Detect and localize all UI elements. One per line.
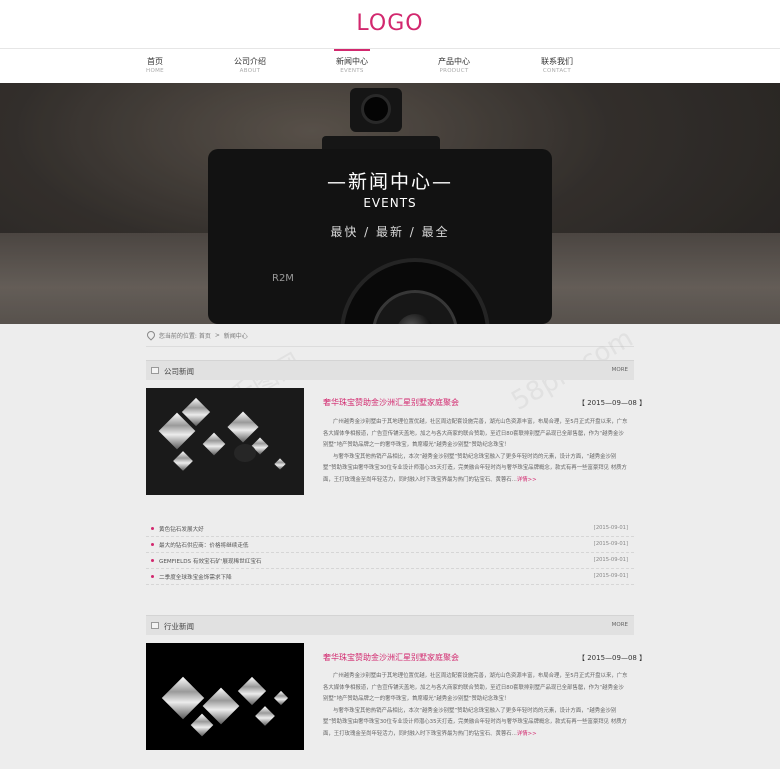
nav-item-label: 首页 bbox=[147, 57, 163, 66]
diamond-shape bbox=[202, 432, 226, 456]
news-section-icon bbox=[151, 367, 159, 374]
bullet-icon bbox=[151, 575, 154, 578]
more-link[interactable]: MORE bbox=[612, 367, 628, 373]
more-link[interactable]: MORE bbox=[612, 622, 628, 628]
list-item-date: [2015-09-01] bbox=[593, 525, 628, 531]
nav-item-product[interactable]: 产品中心 PRODUCT bbox=[414, 57, 494, 75]
list-item-title: 最大的钻石供应商：价格将继续走低 bbox=[159, 543, 249, 549]
industry-feature-body: 广州越秀金沙别墅由于其地理位置优越，社区周边配套设施完善，湖光山色资源丰富，布局… bbox=[323, 671, 629, 765]
breadcrumb-current: 新闻中心 bbox=[223, 333, 248, 340]
bullet-icon bbox=[151, 527, 154, 530]
diamond-shape bbox=[161, 676, 205, 720]
diamond-shape bbox=[173, 451, 193, 471]
breadcrumb-separator: > bbox=[214, 332, 220, 339]
industry-feature-date: 【 2015—09—08 】 bbox=[578, 654, 647, 662]
feature-paragraph: 广州越秀金沙别墅由于其地理位置优越，社区周边配套设施完善，湖光山色资源丰富，布局… bbox=[323, 419, 628, 448]
nav-item-contact[interactable]: 联系我们 CONTACT bbox=[517, 57, 597, 75]
list-item[interactable]: 最大的钻石供应商：价格将继续走低 [2015-09-01] bbox=[146, 537, 634, 553]
detail-link[interactable]: 详情>> bbox=[517, 731, 537, 737]
list-item[interactable]: 黄色钻石发展大好 [2015-09-01] bbox=[146, 521, 634, 537]
feature-paragraph-text: 与奢华珠宝其他热销产品相比，本次“越秀金沙别墅”赞助纪念珠宝融入了更多年轻时尚的… bbox=[323, 707, 627, 737]
section-title: 公司新闻 bbox=[164, 367, 194, 376]
site-logo[interactable]: LOGO bbox=[0, 11, 780, 36]
breadcrumb-prefix: 您当前的位置: bbox=[158, 333, 197, 340]
bullet-icon bbox=[151, 543, 154, 546]
breadcrumb-home-link[interactable]: 首页 bbox=[199, 331, 211, 340]
nav-item-label: 新闻中心 bbox=[336, 57, 368, 66]
company-feature-title[interactable]: 奢华珠宝赞助金沙洲汇星别墅家庭聚会 bbox=[323, 397, 459, 408]
diamond-shape bbox=[237, 676, 267, 706]
dark-gem-shape bbox=[234, 444, 256, 462]
diamond-shape bbox=[190, 713, 214, 737]
feature-paragraph: 广州越秀金沙别墅由于其地理位置优越，社区周边配套设施完善，湖光山色资源丰富，布局… bbox=[323, 673, 628, 702]
banner-title: —新闻中心— bbox=[326, 171, 453, 193]
list-item-date: [2015-09-01] bbox=[593, 573, 628, 579]
nav-item-label: 公司介绍 bbox=[234, 57, 266, 66]
list-item-title: 二季度全球珠宝金饰需求下降 bbox=[159, 575, 232, 581]
main-nav: 首页 HOME 公司介绍 ABOUT 新闻中心 EVENTS 产品中心 PROD… bbox=[0, 48, 780, 83]
nav-item-events[interactable]: 新闻中心 EVENTS bbox=[312, 49, 392, 75]
list-item-title: GEMFIELDS 有效宝石矿'展现稀世红宝石 bbox=[159, 559, 262, 565]
list-item-title: 黄色钻石发展大好 bbox=[159, 527, 204, 533]
nav-item-sublabel: ABOUT bbox=[239, 68, 261, 74]
list-item-date: [2015-09-01] bbox=[593, 541, 628, 547]
diamond-shape bbox=[255, 706, 275, 726]
site-header: LOGO bbox=[0, 0, 780, 48]
banner-tagline: 最快 / 最新 / 最全 bbox=[330, 225, 450, 239]
nav-item-label: 产品中心 bbox=[438, 57, 470, 66]
bullet-icon bbox=[151, 559, 154, 562]
list-item[interactable]: 二季度全球珠宝金饰需求下降 [2015-09-01] bbox=[146, 569, 634, 585]
industry-feature-image[interactable] bbox=[146, 643, 304, 750]
nav-item-home[interactable]: 首页 HOME bbox=[115, 57, 195, 75]
company-news-header: 公司新闻 MORE bbox=[146, 360, 634, 380]
diamond-shape bbox=[274, 458, 286, 470]
company-news-list: 黄色钻石发展大好 [2015-09-01] 最大的钻石供应商：价格将继续走低 [… bbox=[146, 521, 634, 585]
feature-paragraph: 与奢华珠宝其他热销产品相比，本次“越秀金沙别墅”赞助纪念珠宝融入了更多年轻时尚的… bbox=[323, 706, 629, 741]
industry-feature-title[interactable]: 奢华珠宝赞助金沙洲汇星别墅家庭聚会 bbox=[323, 652, 459, 663]
company-feature-date: 【 2015—09—08 】 bbox=[578, 399, 647, 407]
industry-news-header: 行业新闻 MORE bbox=[146, 615, 634, 635]
diamond-shape bbox=[227, 411, 259, 443]
feature-paragraph-text: 与奢华珠宝其他热销产品相比，本次“越秀金沙别墅”赞助纪念珠宝融入了更多年轻时尚的… bbox=[323, 453, 627, 483]
section-title: 行业新闻 bbox=[164, 622, 194, 631]
nav-item-sublabel: CONTACT bbox=[542, 68, 572, 74]
company-feature-image[interactable] bbox=[146, 388, 304, 495]
breadcrumb: 您当前的位置: 首页 > 新闻中心 bbox=[146, 331, 634, 347]
nav-item-sublabel: PRODUCT bbox=[439, 68, 469, 74]
nav-item-about[interactable]: 公司介绍 ABOUT bbox=[210, 57, 290, 75]
list-item[interactable]: GEMFIELDS 有效宝石矿'展现稀世红宝石 [2015-09-01] bbox=[146, 553, 634, 569]
diamond-shape bbox=[273, 690, 289, 706]
nav-item-label: 联系我们 bbox=[541, 57, 573, 66]
location-pin-icon bbox=[146, 331, 154, 340]
hero-banner: R2M —新闻中心— EVENTS 最快 / 最新 / 最全 bbox=[0, 83, 780, 324]
nav-item-sublabel: EVENTS bbox=[340, 68, 364, 74]
banner-subtitle: EVENTS bbox=[363, 196, 417, 210]
company-feature-body: 广州越秀金沙别墅由于其地理位置优越，社区周边配套设施完善，湖光山色资源丰富，布局… bbox=[323, 417, 629, 486]
feature-paragraph: 与奢华珠宝其他热销产品相比，本次“越秀金沙别墅”赞助纪念珠宝融入了更多年轻时尚的… bbox=[323, 452, 629, 487]
news-section-icon bbox=[151, 622, 159, 629]
list-item-date: [2015-09-01] bbox=[593, 557, 628, 563]
nav-item-sublabel: HOME bbox=[146, 68, 164, 74]
detail-link[interactable]: 详情>> bbox=[517, 477, 537, 483]
